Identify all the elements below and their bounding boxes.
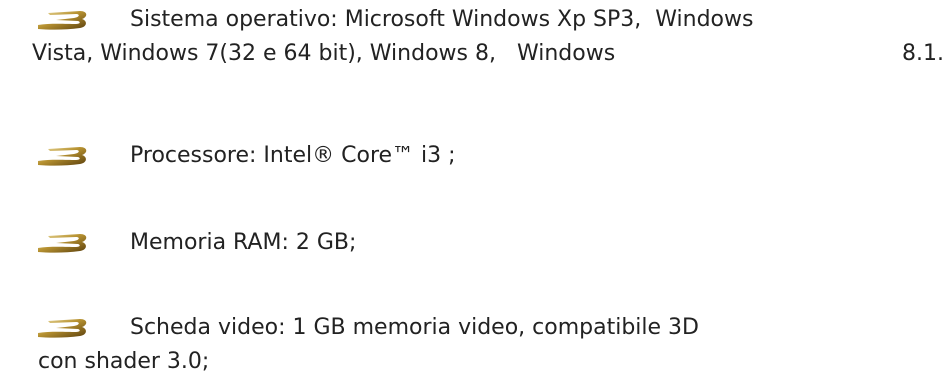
gold-swoosh-bullet-icon	[36, 11, 88, 31]
requirement-os: Sistema operativo: Microsoft Windows Xp …	[32, 3, 948, 71]
requirement-video-line-1: Scheda video: 1 GB memoria video, compat…	[130, 315, 699, 340]
requirement-ram: Memoria RAM: 2 GB;	[36, 226, 948, 260]
requirement-processor: Processore: Intel® Core™ i3 ;	[36, 139, 948, 173]
requirement-os-line-1: Sistema operativo: Microsoft Windows Xp …	[130, 7, 754, 32]
requirement-ram-line: Memoria RAM: 2 GB;	[130, 230, 357, 255]
gold-swoosh-bullet-icon	[36, 234, 88, 254]
gold-swoosh-bullet-icon	[36, 147, 88, 167]
requirement-os-line-2: Vista, Windows 7(32 e 64 bit), Windows 8…	[32, 37, 944, 71]
requirement-video-line-2: con shader 3.0;	[38, 349, 210, 374]
requirement-video: Scheda video: 1 GB memoria video, compat…	[36, 311, 948, 379]
requirement-os-line-2-end: 8.1.	[902, 41, 944, 66]
gold-swoosh-bullet-icon	[36, 319, 88, 339]
requirements-page: { "requirements": [ { "first_line": "Sis…	[0, 0, 952, 387]
requirement-os-line-2-text: Vista, Windows 7(32 e 64 bit), Windows 8…	[32, 41, 616, 66]
requirement-processor-line: Processore: Intel® Core™ i3 ;	[130, 143, 456, 168]
